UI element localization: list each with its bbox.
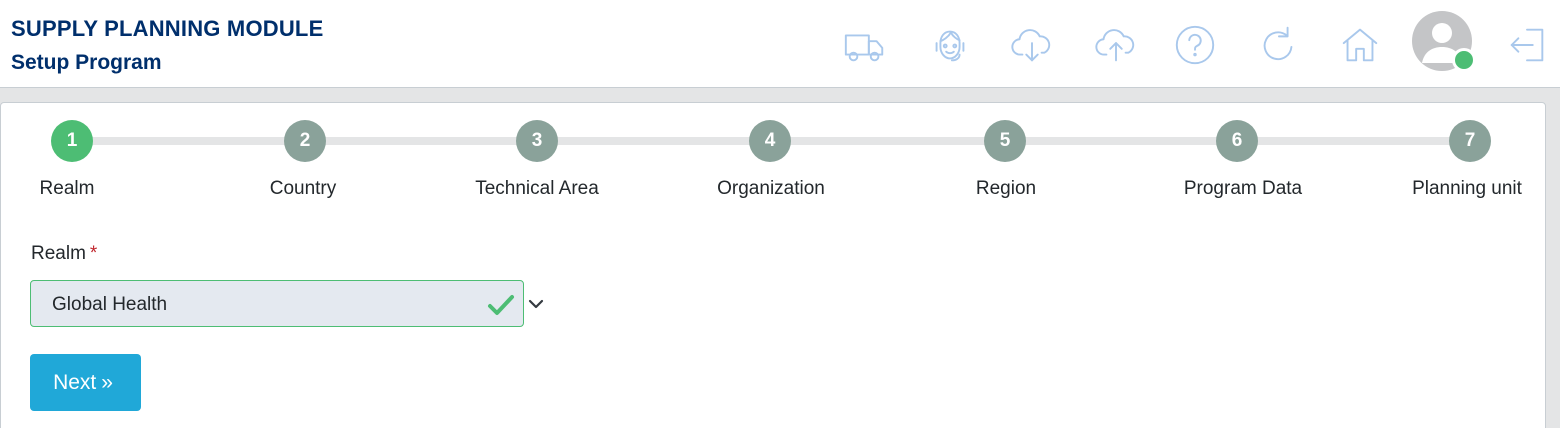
valid-check-icon [488,295,514,315]
realm-select[interactable]: Global Health [30,280,544,327]
app-header: SUPPLY PLANNING MODULE Setup Program [0,0,1560,88]
double-chevron-right-icon: » [101,370,113,394]
support-agent-icon[interactable] [925,20,975,70]
next-button-label: Next [53,370,97,394]
step-3-dot[interactable]: 3 [516,120,558,162]
refresh-icon[interactable] [1253,20,1303,70]
online-status-indicator [1452,48,1476,72]
required-marker: * [89,243,98,264]
realm-select-value: Global Health [52,294,168,315]
step-7-label[interactable]: Planning unit [1412,178,1522,200]
step-2-dot[interactable]: 2 [284,120,326,162]
logout-icon[interactable] [1502,20,1552,70]
step-2-label[interactable]: Country [270,178,337,200]
realm-field-label: Realm * [31,243,97,265]
step-4-dot[interactable]: 4 [749,120,791,162]
home-icon[interactable] [1335,20,1385,70]
cloud-upload-icon[interactable] [1091,20,1141,70]
step-6-label[interactable]: Program Data [1184,178,1302,200]
page-title: Setup Program [11,51,162,74]
step-5-label[interactable]: Region [976,178,1036,200]
step-1-dot[interactable]: 1 [51,120,93,162]
module-title: SUPPLY PLANNING MODULE [11,16,324,41]
next-button[interactable]: Next » [30,354,141,411]
truck-icon[interactable] [840,20,890,70]
step-3-label[interactable]: Technical Area [475,178,599,200]
step-5-dot[interactable]: 5 [984,120,1026,162]
help-icon[interactable] [1170,20,1220,70]
step-1-label[interactable]: Realm [40,178,95,200]
step-7-dot[interactable]: 7 [1449,120,1491,162]
cloud-download-icon[interactable] [1007,20,1057,70]
realm-label-text: Realm [31,243,86,264]
chevron-down-icon [528,299,544,309]
step-4-label[interactable]: Organization [717,178,825,200]
step-6-dot[interactable]: 6 [1216,120,1258,162]
